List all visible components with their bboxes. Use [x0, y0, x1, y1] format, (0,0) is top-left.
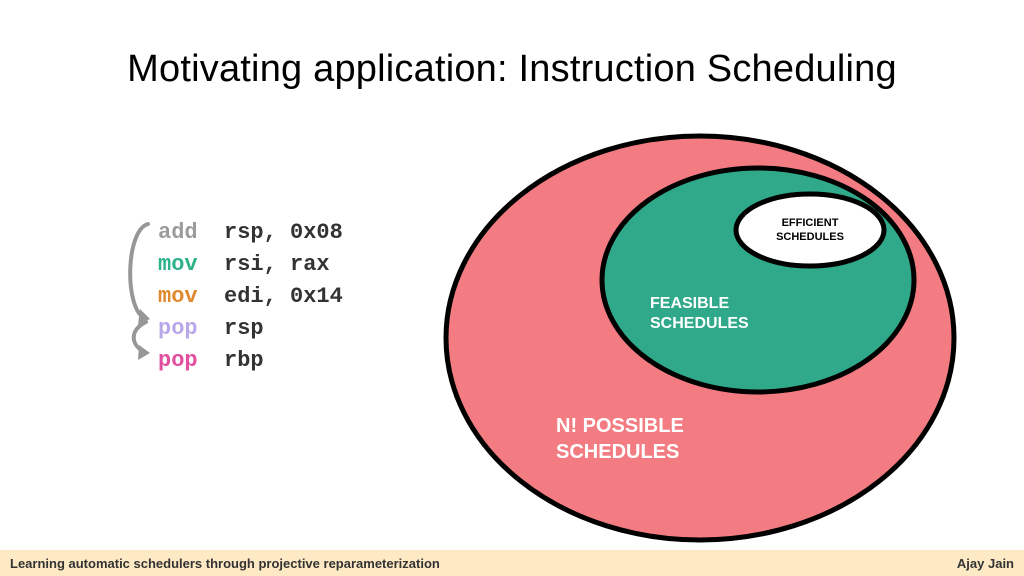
operands: edi, 0x14	[224, 284, 343, 309]
venn-middle-label-1: FEASIBLE	[650, 295, 729, 312]
footer-right-text: Ajay Jain	[957, 556, 1014, 571]
slide-title: Motivating application: Instruction Sche…	[0, 48, 1024, 91]
operands: rsp, 0x08	[224, 220, 343, 245]
operands: rbp	[224, 348, 264, 373]
venn-inner-ellipse	[736, 194, 884, 266]
mnemonic: pop	[158, 316, 224, 341]
venn-middle-ellipse	[602, 168, 914, 392]
code-line: mov edi, 0x14	[158, 281, 343, 313]
mnemonic: mov	[158, 252, 224, 277]
assembly-code-block: add rsp, 0x08mov rsi, raxmov edi, 0x14po…	[158, 217, 343, 376]
venn-inner-label-1: EFFICIENT	[782, 217, 839, 229]
code-line: mov rsi, rax	[158, 249, 343, 281]
footer-left-text: Learning automatic schedulers through pr…	[10, 556, 440, 571]
operands: rsi, rax	[224, 252, 330, 277]
mnemonic: pop	[158, 348, 224, 373]
code-line: pop rsp	[158, 313, 343, 345]
venn-outer-label-1: N! POSSIBLE	[556, 415, 684, 437]
venn-middle-label-2: SCHEDULES	[650, 315, 749, 332]
schedules-venn-diagram: N! POSSIBLE SCHEDULES FEASIBLE SCHEDULES…	[440, 128, 960, 548]
mnemonic: add	[158, 220, 224, 245]
venn-outer-label-2: SCHEDULES	[556, 441, 679, 463]
operands: rsp	[224, 316, 264, 341]
reorder-arrows-icon	[118, 218, 158, 388]
code-line: add rsp, 0x08	[158, 217, 343, 249]
venn-inner-label-2: SCHEDULES	[776, 231, 844, 243]
code-line: pop rbp	[158, 345, 343, 377]
slide-footer: Learning automatic schedulers through pr…	[0, 550, 1024, 576]
mnemonic: mov	[158, 284, 224, 309]
slide: Motivating application: Instruction Sche…	[0, 0, 1024, 576]
